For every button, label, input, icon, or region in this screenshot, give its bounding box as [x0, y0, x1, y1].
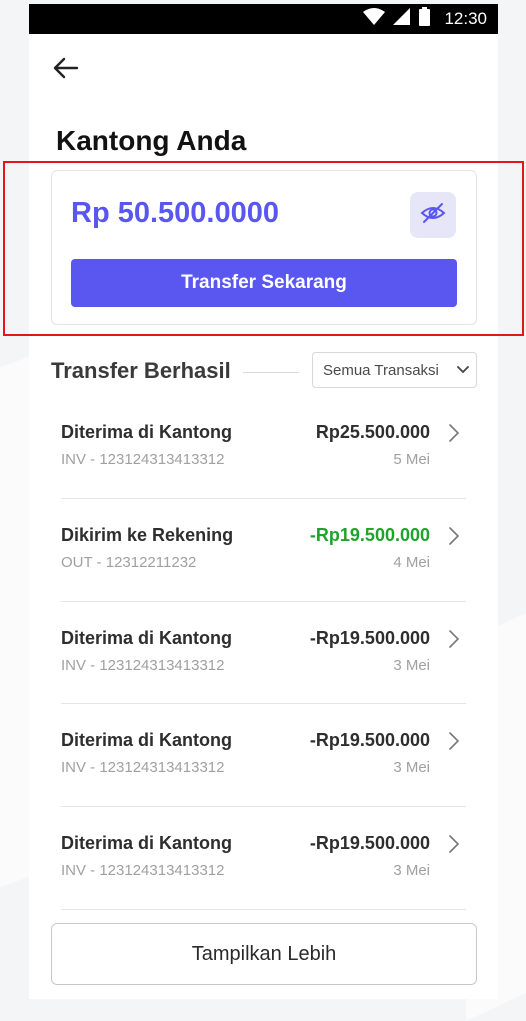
chevron-right-icon — [446, 628, 462, 650]
transaction-reference: INV - 123124313413312 — [61, 451, 225, 468]
chevron-right-icon — [446, 525, 462, 547]
filter-selected-value: Semua Transaksi — [323, 361, 439, 379]
transaction-date: 4 Mei — [393, 553, 430, 571]
transaction-title: Diterima di Kantong — [61, 422, 233, 442]
wallet-card: Rp 50.500.0000 Transfer Sekarang — [51, 170, 477, 325]
chevron-down-icon — [450, 366, 476, 374]
list-item[interactable]: Diterima di Kantong INV - 12312431341331… — [61, 396, 466, 499]
transaction-list: Diterima di Kantong INV - 12312431341331… — [61, 396, 466, 910]
list-item[interactable]: Diterima di Kantong INV - 12312431341331… — [61, 602, 466, 705]
section-title: Transfer Berhasil — [51, 358, 231, 383]
transaction-reference: INV - 123124313413312 — [61, 862, 225, 879]
transaction-title: Diterima di Kantong — [61, 730, 233, 751]
chevron-right-icon — [446, 833, 462, 855]
transaction-amount: -Rp19.500.000 — [309, 833, 430, 853]
status-bar: 12:30 — [29, 4, 498, 34]
transaction-title: Diterima di Kantong — [61, 833, 233, 853]
transaction-reference: OUT - 12312211232 — [61, 553, 197, 571]
page-title: Kantong Anda — [56, 125, 247, 156]
transaction-date: 5 Mei — [393, 451, 430, 468]
wifi-icon — [363, 7, 386, 31]
arrow-left-icon — [53, 57, 79, 84]
transaction-date: 3 Mei — [393, 759, 430, 777]
transaction-amount: Rp25.500.000 — [315, 422, 430, 442]
transactions-section-header: Transfer Berhasil Semua Transaksi — [51, 352, 477, 392]
chevron-right-icon — [446, 422, 462, 444]
transaction-date: 3 Mei — [393, 656, 430, 674]
toggle-balance-visibility-button[interactable] — [410, 192, 456, 238]
battery-icon — [419, 7, 431, 31]
cellular-signal-icon — [393, 7, 411, 31]
transaction-reference: INV - 123124313413312 — [61, 759, 225, 777]
phone-screen: 12:30 Kantong Anda Rp 50.500.0000 Transf… — [29, 4, 498, 999]
transfer-now-button[interactable]: Transfer Sekarang — [71, 259, 457, 307]
list-item[interactable]: Diterima di Kantong INV - 12312431341331… — [61, 807, 466, 910]
chevron-right-icon — [446, 730, 462, 752]
eye-off-icon — [420, 202, 446, 229]
app-bar — [29, 34, 498, 106]
list-item[interactable]: Dikirim ke Rekening OUT - 12312211232 -R… — [61, 499, 466, 602]
transaction-title: Dikirim ke Rekening — [61, 524, 234, 545]
transaction-amount: -Rp19.500.000 — [309, 524, 430, 545]
status-time: 12:30 — [444, 9, 487, 28]
transaction-date: 3 Mei — [393, 862, 430, 879]
transaction-reference: INV - 123124313413312 — [61, 656, 225, 674]
show-more-button[interactable]: Tampilkan Lebih — [51, 923, 477, 985]
list-item[interactable]: Diterima di Kantong INV - 12312431341331… — [61, 704, 466, 807]
transaction-amount: -Rp19.500.000 — [309, 627, 430, 648]
divider — [243, 372, 299, 373]
transaction-filter-select[interactable]: Semua Transaksi — [312, 352, 477, 388]
transaction-amount: -Rp19.500.000 — [309, 730, 430, 751]
wallet-balance: Rp 50.500.0000 — [71, 197, 279, 229]
back-button[interactable] — [49, 53, 83, 87]
transaction-title: Diterima di Kantong — [61, 627, 233, 648]
